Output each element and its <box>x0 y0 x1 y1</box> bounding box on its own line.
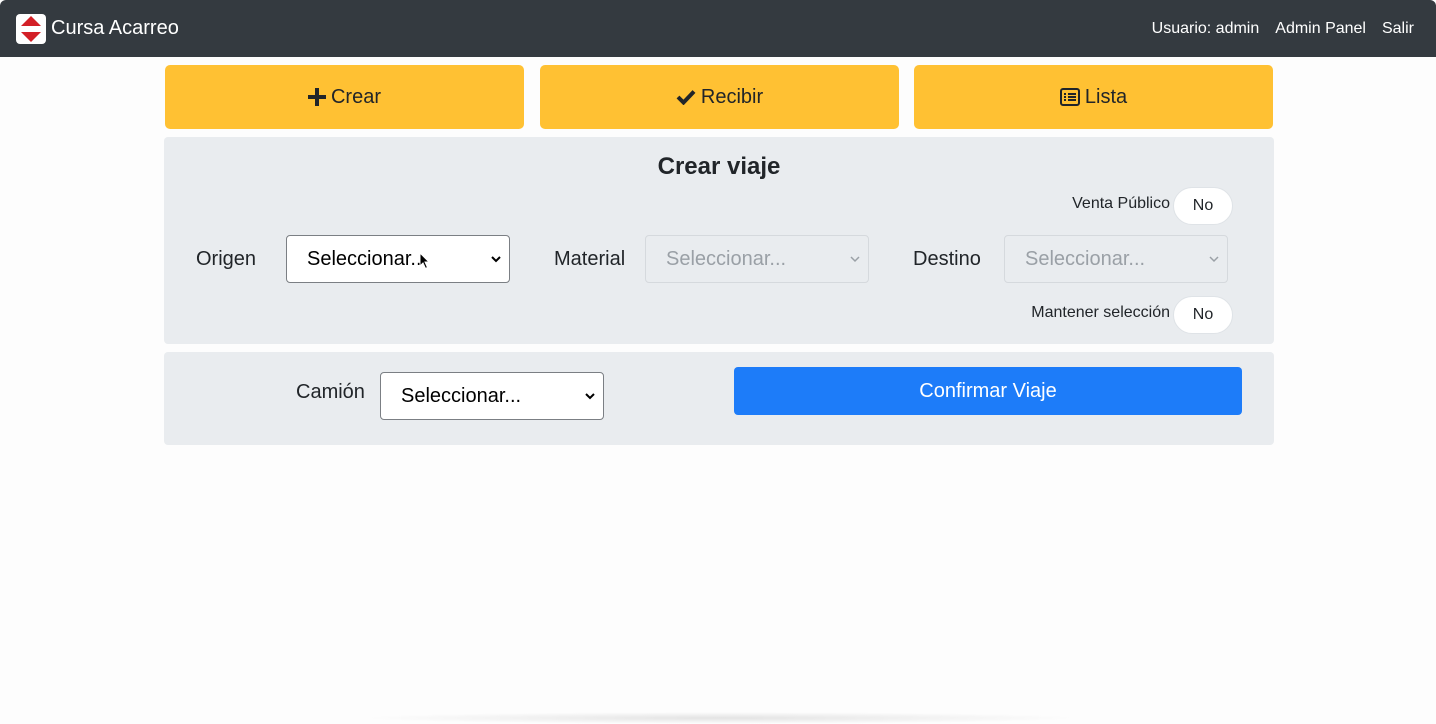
chevron-down-icon <box>585 391 595 401</box>
confirmar-viaje-button[interactable]: Confirmar Viaje <box>734 367 1242 415</box>
action-bar: Crear Recibir Lista <box>165 65 1273 129</box>
panel-title: Crear viaje <box>657 153 781 180</box>
app-window: Cursa Acarreo Usuario: admin Admin Panel… <box>0 0 1436 724</box>
crear-button[interactable]: Crear <box>165 65 524 129</box>
navbar: Cursa Acarreo Usuario: admin Admin Panel… <box>0 0 1436 57</box>
camion-select-value: Seleccionar... <box>401 384 522 407</box>
chevron-down-icon <box>850 254 860 264</box>
camion-panel: Camión Seleccionar... Confirmar Viaje <box>164 352 1274 445</box>
material-select-value: Seleccionar... <box>666 247 787 270</box>
navbar-right: Usuario: admin Admin Panel Salir <box>1152 20 1414 38</box>
chevron-down-icon <box>1209 254 1219 264</box>
camion-label: Camión <box>296 381 365 403</box>
brand-link[interactable]: Cursa Acarreo <box>16 13 179 44</box>
mantener-seleccion-toggle[interactable]: No <box>1173 296 1233 334</box>
recibir-label: Recibir <box>700 85 764 108</box>
crear-viaje-panel: Crear viaje Venta Público No Origen Sele… <box>164 137 1274 344</box>
mantener-seleccion-label: Mantener selección <box>1031 304 1170 321</box>
chevron-down-icon <box>491 254 501 264</box>
list-icon <box>1059 88 1080 106</box>
venta-publico-label: Venta Público <box>1072 195 1170 212</box>
venta-publico-toggle[interactable]: No <box>1173 187 1233 225</box>
cursa-logo-mark <box>18 15 44 42</box>
recibir-button[interactable]: Recibir <box>540 65 899 129</box>
origen-select-value: Seleccionar... <box>307 247 428 270</box>
cursa-logo <box>16 13 46 44</box>
logout-link[interactable]: Salir <box>1382 20 1414 38</box>
destino-select[interactable]: Seleccionar... <box>1004 235 1228 283</box>
check-icon <box>676 89 696 105</box>
origen-label: Origen <box>196 248 257 270</box>
bottom-shadow <box>360 712 1080 724</box>
lista-button[interactable]: Lista <box>914 65 1273 129</box>
material-label: Material <box>554 248 626 270</box>
material-select[interactable]: Seleccionar... <box>645 235 869 283</box>
user-label: Usuario: admin <box>1151 19 1260 37</box>
crear-label: Crear <box>330 85 381 108</box>
admin-panel-link[interactable]: Admin Panel <box>1275 20 1366 38</box>
plus-icon <box>307 88 326 106</box>
lista-label: Lista <box>1084 85 1128 108</box>
destino-select-value: Seleccionar... <box>1025 247 1146 270</box>
camion-select[interactable]: Seleccionar... <box>380 372 604 420</box>
origen-select[interactable]: Seleccionar... <box>286 235 510 283</box>
destino-label: Destino <box>913 248 981 270</box>
brand-title: Cursa Acarreo <box>51 17 179 39</box>
